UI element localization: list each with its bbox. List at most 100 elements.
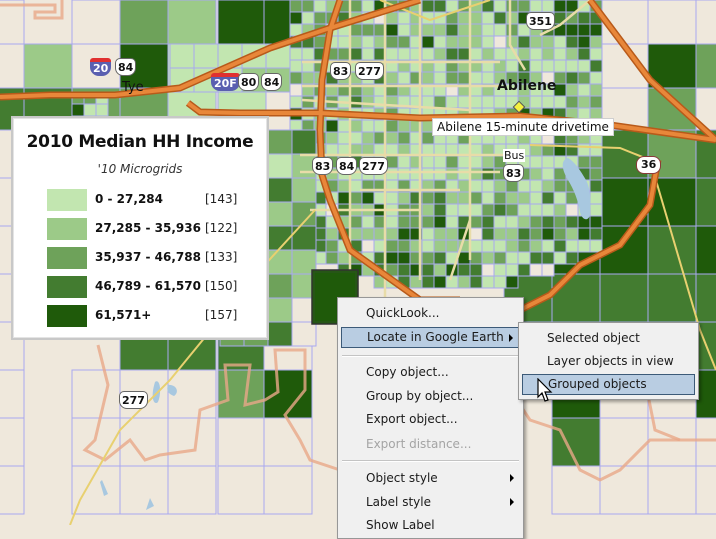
microgrid-cell[interactable] [577,227,591,241]
microgrid-cell[interactable] [647,273,697,323]
microgrid-cell[interactable] [505,11,519,25]
microgrid-cell[interactable] [385,11,399,25]
microgrid-cell[interactable] [193,43,219,69]
microgrid-cell[interactable] [529,0,543,13]
microgrid-cell[interactable] [517,203,531,217]
microgrid-cell[interactable] [493,251,507,265]
microgrid-cell[interactable] [469,23,483,37]
microgrid-cell[interactable] [397,263,411,277]
microgrid-cell[interactable] [517,0,531,13]
microgrid-cell[interactable] [577,95,591,109]
microgrid-cell[interactable] [565,203,579,217]
microgrid-cell[interactable] [565,239,579,253]
microgrid-cell[interactable] [565,83,579,97]
microgrid-cell[interactable] [421,215,435,229]
microgrid-cell[interactable] [493,191,507,205]
microgrid-cell[interactable] [541,47,555,61]
microgrid-cell[interactable] [301,11,315,25]
microgrid-cell[interactable] [289,95,303,109]
microgrid-cell[interactable] [647,465,697,515]
microgrid-cell[interactable] [433,203,447,217]
microgrid-cell[interactable] [397,155,411,169]
microgrid-cell[interactable] [169,43,195,69]
microgrid-cell[interactable] [433,191,447,205]
microgrid-cell[interactable] [553,179,567,193]
microgrid-cell[interactable] [397,11,411,25]
microgrid-cell[interactable] [0,417,25,467]
microgrid-cell[interactable] [421,191,435,205]
microgrid-cell[interactable] [517,47,531,61]
microgrid-cell[interactable] [481,23,495,37]
microgrid-cell[interactable] [589,203,603,217]
microgrid-cell[interactable] [529,59,543,73]
microgrid-cell[interactable] [289,59,303,73]
microgrid-cell[interactable] [541,59,555,73]
microgrid-cell[interactable] [361,95,375,109]
microgrid-cell[interactable] [397,131,411,145]
microgrid-cell[interactable] [421,155,435,169]
microgrid-cell[interactable] [349,47,363,61]
microgrid-cell[interactable] [493,263,507,277]
microgrid-cell[interactable] [469,47,483,61]
menu-item-export-object[interactable]: Export object... [341,409,520,430]
microgrid-cell[interactable] [565,35,579,49]
microgrid-cell[interactable] [577,11,591,25]
microgrid-cell[interactable] [457,191,471,205]
microgrid-cell[interactable] [421,239,435,253]
microgrid-cell[interactable] [267,297,293,323]
microgrid-cell[interactable] [361,239,375,253]
microgrid-cell[interactable] [83,103,97,117]
microgrid-cell[interactable] [337,47,351,61]
microgrid-cell[interactable] [267,177,293,203]
microgrid-cell[interactable] [553,251,567,265]
microgrid-cell[interactable] [421,227,435,241]
microgrid-cell[interactable] [481,11,495,25]
microgrid-cell[interactable] [529,215,543,229]
microgrid-cell[interactable] [589,143,603,157]
microgrid-cell[interactable] [565,47,579,61]
microgrid-cell[interactable] [481,203,495,217]
microgrid-cell[interactable] [541,251,555,265]
microgrid-cell[interactable] [505,0,519,13]
microgrid-cell[interactable] [337,191,351,205]
microgrid-cell[interactable] [457,155,471,169]
microgrid-cell[interactable] [445,71,459,85]
microgrid-cell[interactable] [553,0,567,13]
microgrid-cell[interactable] [493,275,507,289]
microgrid-cell[interactable] [167,0,217,49]
microgrid-cell[interactable] [505,263,519,277]
microgrid-cell[interactable] [349,35,363,49]
microgrid-cell[interactable] [289,0,303,13]
microgrid-cell[interactable] [349,0,363,13]
microgrid-cell[interactable] [505,59,519,73]
microgrid-cell[interactable] [445,47,459,61]
microgrid-cell[interactable] [695,273,716,323]
microgrid-cell[interactable] [505,227,519,241]
microgrid-cell[interactable] [457,47,471,61]
microgrid-cell[interactable] [695,225,716,275]
microgrid-cell[interactable] [529,191,543,205]
menu-item-locate-in-google-earth[interactable]: Locate in Google Earth [341,327,520,348]
microgrid-cell[interactable] [385,251,399,265]
microgrid-cell[interactable] [301,0,315,13]
microgrid-cell[interactable] [385,227,399,241]
microgrid-cell[interactable] [541,227,555,241]
microgrid-cell[interactable] [529,203,543,217]
microgrid-cell[interactable] [267,273,293,299]
microgrid-cell[interactable] [433,251,447,265]
microgrid-cell[interactable] [577,155,591,169]
microgrid-cell[interactable] [361,191,375,205]
microgrid-cell[interactable] [0,43,25,93]
microgrid-cell[interactable] [289,83,303,97]
microgrid-cell[interactable] [267,129,293,155]
microgrid-cell[interactable] [589,167,603,181]
microgrid-cell[interactable] [361,0,375,13]
microgrid-cell[interactable] [291,225,317,251]
microgrid-cell[interactable] [361,131,375,145]
microgrid-cell[interactable] [267,321,293,347]
microgrid-cell[interactable] [577,59,591,73]
microgrid-cell[interactable] [313,0,327,13]
microgrid-cell[interactable] [385,215,399,229]
microgrid-cell[interactable] [589,59,603,73]
microgrid-cell[interactable] [445,95,459,109]
